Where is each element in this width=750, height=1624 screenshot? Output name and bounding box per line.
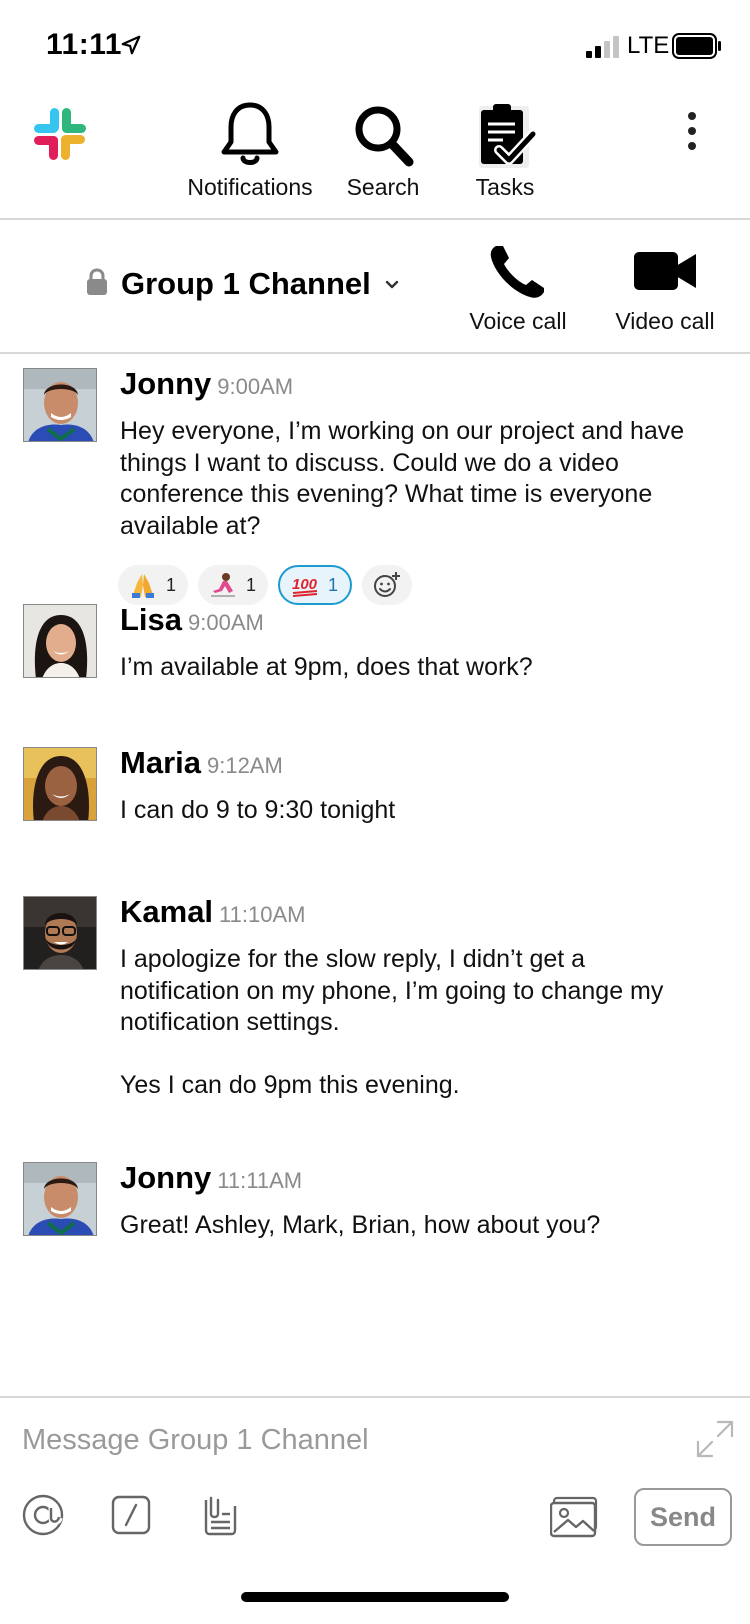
message-paragraph: Great! Ashley, Mark, Brian, how about yo… <box>120 1211 601 1239</box>
reaction-pill[interactable]: 1 <box>118 565 189 605</box>
lock-icon <box>87 268 107 295</box>
message-timestamp: 9:00AM <box>217 374 294 399</box>
folded-hands-icon <box>128 571 158 599</box>
message-header: Maria 9:12AM <box>120 745 283 781</box>
reaction-pill-selected[interactable]: 100 1 <box>278 565 353 605</box>
message-paragraph: I can do 9 to 9:30 tonight <box>120 796 396 824</box>
top-toolbar: Notifications Search Tasks <box>0 90 750 220</box>
reaction-count: 1 <box>166 574 177 595</box>
signal-strength-icon <box>586 36 619 58</box>
search-icon <box>355 106 414 167</box>
attachment-icon[interactable] <box>198 1494 240 1536</box>
voice-call-button[interactable]: Voice call <box>448 242 588 335</box>
slack-logo-icon[interactable] <box>32 106 88 162</box>
voice-call-label: Voice call <box>469 308 567 334</box>
battery-icon <box>672 33 721 59</box>
mention-icon[interactable] <box>22 1494 64 1536</box>
search-button[interactable]: Search <box>338 100 428 201</box>
avatar-image <box>24 1163 96 1235</box>
bell-icon <box>221 102 279 165</box>
message-body: Great! Ashley, Mark, Brian, how about yo… <box>120 1210 710 1242</box>
message-body: I can do 9 to 9:30 tonight <box>120 795 710 827</box>
message-paragraph: I apologize for the slow reply, I didn’t… <box>120 945 664 1036</box>
video-camera-icon <box>634 252 696 290</box>
avatar[interactable] <box>23 896 97 970</box>
avatar[interactable] <box>23 747 97 821</box>
message-composer: Send <box>0 1396 750 1624</box>
author-name[interactable]: Jonny <box>120 366 211 401</box>
message-input[interactable] <box>22 1420 662 1460</box>
message-header: Lisa 9:00AM <box>120 602 264 638</box>
author-name[interactable]: Kamal <box>120 894 213 929</box>
more-vertical-icon[interactable] <box>680 110 704 154</box>
add-reaction-button[interactable] <box>362 565 413 605</box>
status-bar: 11:11 LTE <box>0 0 750 90</box>
avatar-image <box>24 369 96 441</box>
message-header: Kamal 11:10AM <box>120 894 305 930</box>
avatar-image <box>24 748 96 820</box>
message-paragraph: Hey everyone, I’m working on our project… <box>120 417 685 540</box>
author-name[interactable]: Lisa <box>120 602 182 637</box>
channel-title[interactable]: Group 1 Channel <box>121 266 371 302</box>
message-paragraph: Yes I can do 9pm this evening. <box>120 1070 460 1099</box>
phone-icon <box>490 246 544 298</box>
author-name[interactable]: Maria <box>120 745 201 780</box>
avatar-image <box>24 897 96 969</box>
message-body: Hey everyone, I’m working on our project… <box>120 416 710 542</box>
hundred-points-icon: 100 <box>290 571 320 599</box>
expand-icon[interactable] <box>696 1420 734 1458</box>
reaction-count: 1 <box>328 574 339 595</box>
photo-icon[interactable] <box>550 1496 600 1538</box>
channel-header: Group 1 Channel Voice call Video call <box>0 220 750 354</box>
notifications-label: Notifications <box>187 174 313 200</box>
message-timestamp: 11:10AM <box>219 902 306 927</box>
home-indicator[interactable] <box>241 1592 509 1602</box>
reactions-bar: 1 1 100 1 <box>118 565 413 605</box>
notifications-button[interactable]: Notifications <box>178 100 322 201</box>
status-time: 11:11 <box>46 28 122 61</box>
avatar[interactable] <box>23 1162 97 1236</box>
video-call-label: Video call <box>615 308 715 334</box>
tasks-button[interactable]: Tasks <box>460 100 550 201</box>
network-type: LTE <box>627 32 670 59</box>
reaction-pill[interactable]: 1 <box>198 565 269 605</box>
search-label: Search <box>346 174 420 200</box>
tasks-label: Tasks <box>475 174 535 200</box>
message-paragraph: I’m available at 9pm, does that work? <box>120 653 533 681</box>
avatar-image <box>24 605 96 677</box>
message-body: I apologize for the slow reply, I didn’t… <box>120 944 710 1101</box>
task-clipboard-icon <box>479 104 537 168</box>
avatar[interactable] <box>23 368 97 442</box>
message-timestamp: 11:11AM <box>217 1168 303 1193</box>
message-timestamp: 9:12AM <box>206 753 283 778</box>
add-emoji-icon <box>374 572 401 597</box>
author-name[interactable]: Jonny <box>120 1160 211 1195</box>
avatar[interactable] <box>23 604 97 678</box>
slash-command-icon[interactable] <box>110 1494 152 1536</box>
send-button[interactable]: Send <box>634 1488 732 1546</box>
message-header: Jonny 9:00AM <box>120 366 293 402</box>
location-arrow-icon <box>121 35 141 55</box>
reaction-count: 1 <box>246 574 257 595</box>
message-timestamp: 9:00AM <box>188 610 264 635</box>
video-call-button[interactable]: Video call <box>590 242 740 335</box>
message-header: Jonny 11:11AM <box>120 1160 302 1196</box>
chevron-down-icon[interactable] <box>385 280 399 290</box>
message-body: I’m available at 9pm, does that work? <box>120 652 710 684</box>
woman-running-icon <box>208 571 238 599</box>
